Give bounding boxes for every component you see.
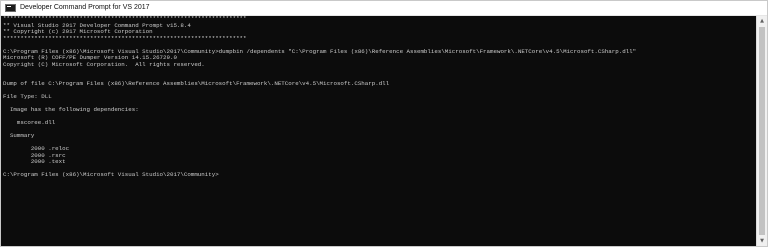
scroll-thumb[interactable]: [759, 27, 765, 235]
window-title: Developer Command Prompt for VS 2017: [20, 4, 150, 11]
scroll-up-arrow-icon[interactable]: ▲: [757, 16, 767, 26]
cmd-icon[interactable]: [5, 4, 16, 12]
vertical-scrollbar[interactable]: ▲ ▼: [756, 16, 767, 246]
scroll-down-arrow-icon[interactable]: ▼: [757, 236, 767, 246]
title-bar[interactable]: Developer Command Prompt for VS 2017: [1, 1, 767, 16]
console-line: C:\Program Files (x86)\Microsoft Visual …: [3, 171, 219, 178]
command-prompt-window: Developer Command Prompt for VS 2017 ***…: [0, 0, 768, 247]
console-output[interactable]: ****************************************…: [3, 16, 755, 244]
